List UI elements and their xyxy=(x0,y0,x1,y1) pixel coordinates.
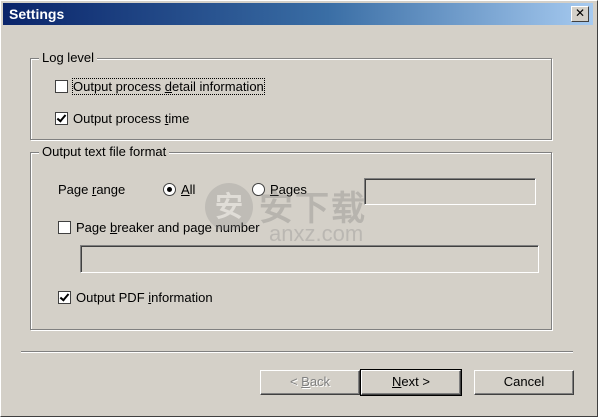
page-range-row: Page range xyxy=(58,182,125,197)
button-separator xyxy=(21,351,573,353)
next-button[interactable]: Next > xyxy=(360,369,462,396)
radio-pages-row[interactable]: Pages xyxy=(252,182,307,197)
page-breaker-checkbox[interactable] xyxy=(58,221,71,234)
output-detail-checkbox[interactable] xyxy=(55,80,68,93)
output-time-checkbox[interactable] xyxy=(55,112,68,125)
back-button[interactable]: < Back xyxy=(260,370,360,395)
page-breaker-label: Page breaker and page number xyxy=(76,220,260,235)
log-level-legend: Log level xyxy=(39,50,98,66)
settings-dialog: Settings ✕ Log level Output process deta… xyxy=(0,0,598,417)
radio-all-row[interactable]: All xyxy=(163,182,195,197)
cancel-button[interactable]: Cancel xyxy=(474,370,574,395)
radio-pages[interactable] xyxy=(252,183,265,196)
output-format-legend: Output text file format xyxy=(39,144,170,160)
pdf-info-label: Output PDF information xyxy=(76,290,213,305)
output-detail-checkbox-row[interactable]: Output process detail information xyxy=(55,78,265,95)
pdf-info-checkbox-row[interactable]: Output PDF information xyxy=(58,290,213,305)
radio-pages-label: Pages xyxy=(270,182,307,197)
pdf-info-checkbox[interactable] xyxy=(58,291,71,304)
output-detail-label: Output process detail information xyxy=(72,78,265,95)
window-title: Settings xyxy=(9,6,65,22)
output-time-checkbox-row[interactable]: Output process time xyxy=(55,111,189,126)
page-breaker-checkbox-row[interactable]: Page breaker and page number xyxy=(58,220,260,235)
page-breaker-input[interactable] xyxy=(80,245,539,273)
pages-input[interactable] xyxy=(364,178,536,205)
output-format-group: Output text file format Page range All P… xyxy=(30,144,552,330)
radio-all-label: All xyxy=(181,182,196,197)
close-icon: ✕ xyxy=(574,6,586,20)
title-bar[interactable]: Settings ✕ xyxy=(3,3,593,25)
radio-all[interactable] xyxy=(163,183,176,196)
output-time-label: Output process time xyxy=(73,111,190,126)
page-range-label: Page range xyxy=(58,182,126,197)
log-level-group: Log level Output process detail informat… xyxy=(30,50,552,140)
close-button[interactable]: ✕ xyxy=(571,6,589,22)
